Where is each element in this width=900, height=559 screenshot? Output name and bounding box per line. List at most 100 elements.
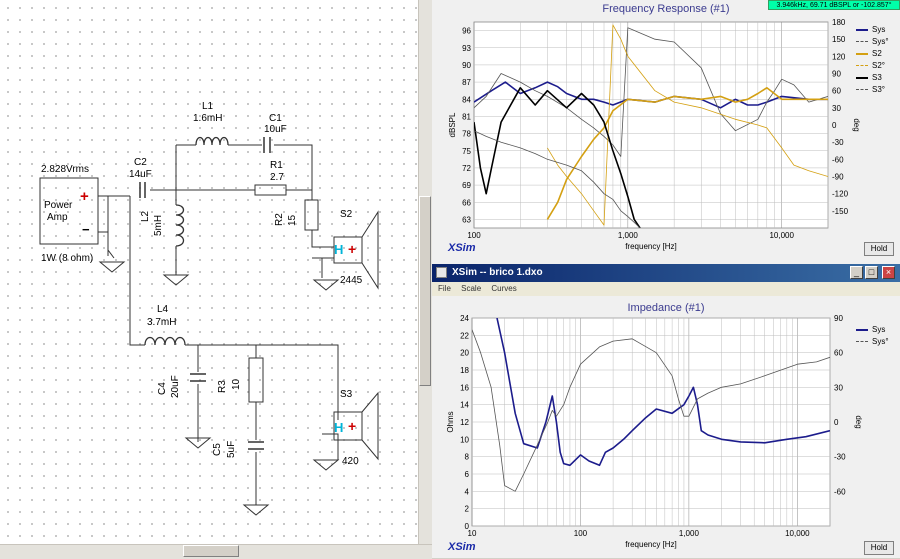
s3-id: S3 xyxy=(340,389,353,400)
freq-legend-item: S2° xyxy=(856,60,889,72)
freq-ytick-label: 63 xyxy=(462,215,471,224)
amp-label-line2: Amp xyxy=(47,212,68,223)
menu-file[interactable]: File xyxy=(438,284,451,293)
freq-legend-item: S2 xyxy=(856,48,889,60)
menu-curves[interactable]: Curves xyxy=(491,284,516,293)
schematic-canvas[interactable]: H H + + 2.828Vrms Power Amp + − 1W (8 oh… xyxy=(0,0,418,544)
freq-ytick-label: 81 xyxy=(462,112,471,121)
freq-ytick-label: 96 xyxy=(462,27,471,36)
l1-id: L1 xyxy=(202,101,214,112)
r1-value: 2.7 xyxy=(270,172,284,183)
freq-legend-swatch xyxy=(856,41,868,43)
c5-id: C5 xyxy=(212,443,223,456)
freq-legend-item: Sys xyxy=(856,24,889,36)
amp-minus-terminal: − xyxy=(82,222,90,237)
freq-y2label: deg xyxy=(852,118,861,131)
frequency-response-panel: Frequency Response (#1) 63 66 69 72 75 78 81 84… xyxy=(432,0,900,264)
freq-y2tick-label: -30 xyxy=(832,138,844,147)
imp-legend: Sys Sys° xyxy=(856,324,889,348)
freq-ylabel: dBSPL xyxy=(448,112,457,137)
svg-text:H: H xyxy=(334,242,343,257)
freq-legend: Sys Sys° S2 S2° S3 S3° xyxy=(856,24,889,96)
l2-id: L2 xyxy=(140,210,151,222)
freq-y2tick-label: -120 xyxy=(832,190,849,199)
svg-text:H: H xyxy=(334,420,343,435)
freq-y2tick-label: 90 xyxy=(832,70,841,79)
amp-plus-terminal: + xyxy=(80,188,89,205)
r3-id: R3 xyxy=(217,380,228,393)
window-title: XSim -- brico 1.dxo xyxy=(452,267,543,278)
c4-value: 20uF xyxy=(170,375,181,398)
freq-y2tick-label: -150 xyxy=(832,207,849,216)
r2-value: 15 xyxy=(287,214,298,226)
imp-xsim-brand: XSim xyxy=(448,541,476,553)
close-button[interactable]: × xyxy=(882,266,895,279)
maximize-button[interactable]: □ xyxy=(865,266,878,279)
imp-ytick-label: 16 xyxy=(460,383,469,392)
imp-legend-swatch xyxy=(856,341,868,343)
freq-legend-swatch xyxy=(856,76,868,79)
imp-y2tick-label: 30 xyxy=(834,383,843,392)
freq-y2tick-label: -60 xyxy=(832,155,844,164)
amp-voltage-label: 2.828Vrms xyxy=(41,164,89,175)
imp-legend-swatch xyxy=(856,328,868,331)
menu-scale[interactable]: Scale xyxy=(461,284,481,293)
imp-ytick-label: 12 xyxy=(460,418,469,427)
amp-label-line1: Power xyxy=(44,200,73,211)
imp-ytick-label: 14 xyxy=(460,401,469,410)
imp-y2tick-label: -60 xyxy=(834,487,846,496)
c1-id: C1 xyxy=(269,113,282,124)
imp-ytick-label: 20 xyxy=(460,349,469,358)
schematic-vertical-scroll-thumb[interactable] xyxy=(419,196,431,386)
freq-legend-item: S3° xyxy=(856,84,889,96)
l4-id: L4 xyxy=(157,304,169,315)
imp-ytick-label: 22 xyxy=(460,331,469,340)
imp-y2tick-label: 0 xyxy=(834,418,839,427)
imp-hold-button[interactable]: Hold xyxy=(864,541,894,555)
schematic-horizontal-scroll-thumb[interactable] xyxy=(183,545,239,557)
freq-ytick-label: 75 xyxy=(462,147,471,156)
imp-ytick-label: 10 xyxy=(460,435,469,444)
r1-id: R1 xyxy=(270,160,283,171)
imp-legend-item: Sys° xyxy=(856,336,889,348)
imp-legend-label: Sys° xyxy=(872,337,889,346)
freq-legend-label: S2° xyxy=(872,61,885,70)
c5-value: 5uF xyxy=(226,440,237,458)
imp-ylabel: Ohms xyxy=(446,411,455,432)
minimize-button[interactable]: _ xyxy=(850,266,863,279)
freq-hold-button[interactable]: Hold xyxy=(864,242,894,256)
impedance-window-titlebar[interactable]: XSim -- brico 1.dxo _ □ × xyxy=(432,264,900,282)
freq-legend-swatch xyxy=(856,52,868,55)
impedance-panel: Impedance (#1) 0 2 4 6 8 10 12 14 16 18 20 22 24 -60-… xyxy=(432,296,900,558)
imp-ytick-label: 18 xyxy=(460,366,469,375)
c1-value: 10uF xyxy=(264,124,287,135)
freq-ytick-label: 78 xyxy=(462,130,471,139)
freq-legend-swatch xyxy=(856,65,868,67)
imp-ytick-label: 2 xyxy=(465,505,470,514)
freq-y2tick-label: 120 xyxy=(832,52,846,61)
freq-y2tick-label: 180 xyxy=(832,18,846,27)
imp-legend-item: Sys xyxy=(856,324,889,336)
freq-xtick-label: 1,000 xyxy=(618,231,639,240)
freq-y2tick-label: 0 xyxy=(832,121,837,130)
freq-legend-swatch xyxy=(856,28,868,31)
freq-legend-swatch xyxy=(856,89,868,91)
freq-chart-svg: 63 66 69 72 75 78 81 84 87 90 93 96 -150 -120 -90 -60 -3… xyxy=(448,18,861,251)
freq-xtick-label: 10,000 xyxy=(769,231,794,240)
l1-value: 1.6mH xyxy=(193,113,223,124)
imp-xlabel: frequency [Hz] xyxy=(625,540,677,549)
freq-y2tick-label: 60 xyxy=(832,87,841,96)
imp-y2label: deg xyxy=(854,415,863,428)
freq-y2tick-label: 30 xyxy=(832,104,841,113)
freq-y2tick-label: 150 xyxy=(832,35,846,44)
imp-ytick-label: 24 xyxy=(460,314,469,323)
imp-xtick-label: 10 xyxy=(468,529,477,538)
r2-id: R2 xyxy=(274,213,285,226)
freq-legend-label: S3 xyxy=(872,73,882,82)
freq-legend-label: S2 xyxy=(872,49,882,58)
freq-legend-label: S3° xyxy=(872,85,885,94)
svg-text:+: + xyxy=(348,418,356,434)
freq-xtick-label: 100 xyxy=(467,231,481,240)
s2-number: 2445 xyxy=(340,275,363,286)
c2-id: C2 xyxy=(134,157,147,168)
